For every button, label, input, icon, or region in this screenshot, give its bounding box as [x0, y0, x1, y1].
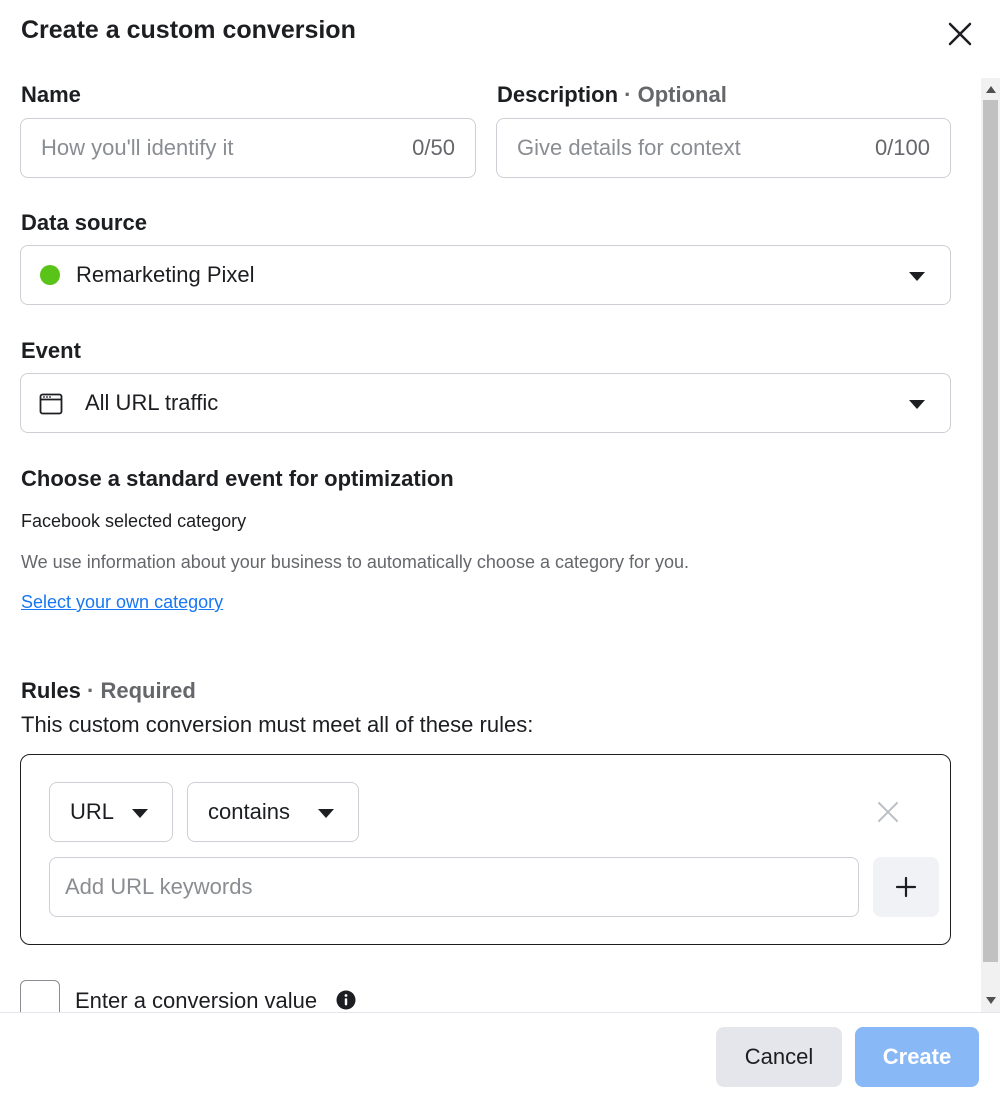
- data-source-label: Data source: [21, 210, 147, 235]
- description-input[interactable]: Give details for context 0/100: [496, 118, 951, 178]
- dialog-body: Name How you'll identify it 0/50 Descrip…: [0, 78, 980, 1012]
- description-placeholder: Give details for context: [517, 135, 741, 160]
- chevron-down-icon: [909, 272, 925, 281]
- browser-window-icon: [39, 393, 63, 415]
- event-select[interactable]: All URL traffic: [20, 373, 951, 433]
- name-input[interactable]: How you'll identify it 0/50: [20, 118, 476, 178]
- rule-box: URL contains Add URL keywords: [20, 754, 951, 945]
- remove-rule-icon[interactable]: [877, 801, 899, 823]
- name-label: Name: [21, 82, 81, 107]
- chevron-down-icon: [909, 400, 925, 409]
- scroll-down-icon[interactable]: [986, 997, 996, 1004]
- rules-label-text: Rules: [21, 678, 81, 703]
- conversion-value-checkbox[interactable]: [20, 980, 60, 1012]
- description-label-text: Description: [497, 82, 619, 107]
- category-info-text: We use information about your business t…: [21, 552, 690, 572]
- data-source-select[interactable]: Remarketing Pixel: [20, 245, 951, 305]
- create-button[interactable]: Create: [855, 1027, 979, 1087]
- select-own-category-link[interactable]: Select your own category: [21, 592, 223, 613]
- vertical-scrollbar[interactable]: [981, 78, 1000, 1012]
- close-icon: [948, 22, 972, 46]
- info-icon[interactable]: [336, 990, 356, 1010]
- chevron-down-icon: [318, 809, 334, 818]
- event-label: Event: [21, 338, 81, 363]
- optional-tag: · Optional: [624, 82, 727, 107]
- standard-event-heading: Choose a standard event for optimization: [21, 466, 454, 491]
- rule-operator-value: contains: [208, 799, 290, 824]
- cancel-button[interactable]: Cancel: [716, 1027, 842, 1087]
- rule-field-value: URL: [70, 799, 115, 824]
- plus-icon: [895, 876, 917, 898]
- scroll-up-icon[interactable]: [986, 86, 996, 93]
- name-placeholder: How you'll identify it: [41, 135, 234, 160]
- name-counter: 0/50: [412, 135, 455, 160]
- url-keywords-input[interactable]: Add URL keywords: [49, 857, 859, 917]
- dialog-title: Create a custom conversion: [21, 16, 356, 44]
- conversion-value-label: Enter a conversion value: [75, 988, 318, 1012]
- rule-field-select[interactable]: URL: [49, 782, 173, 842]
- description-label: Description · Optional: [497, 82, 727, 108]
- add-keyword-button[interactable]: [873, 857, 939, 917]
- scrollbar-thumb[interactable]: [983, 100, 998, 962]
- chevron-down-icon: [132, 809, 148, 818]
- description-counter: 0/100: [874, 135, 930, 160]
- data-source-value: Remarketing Pixel: [76, 262, 255, 287]
- rule-operator-select[interactable]: contains: [187, 782, 359, 842]
- close-button[interactable]: [944, 18, 976, 50]
- dialog-footer: Cancel Create: [0, 1012, 1000, 1093]
- event-value: All URL traffic: [85, 390, 219, 415]
- selected-category-text: Facebook selected category: [21, 511, 247, 531]
- status-dot-icon: [40, 265, 60, 285]
- rules-label: Rules · Required: [21, 678, 196, 704]
- url-keywords-placeholder: Add URL keywords: [65, 874, 253, 899]
- required-tag: · Required: [87, 678, 196, 703]
- rules-description: This custom conversion must meet all of …: [21, 712, 534, 737]
